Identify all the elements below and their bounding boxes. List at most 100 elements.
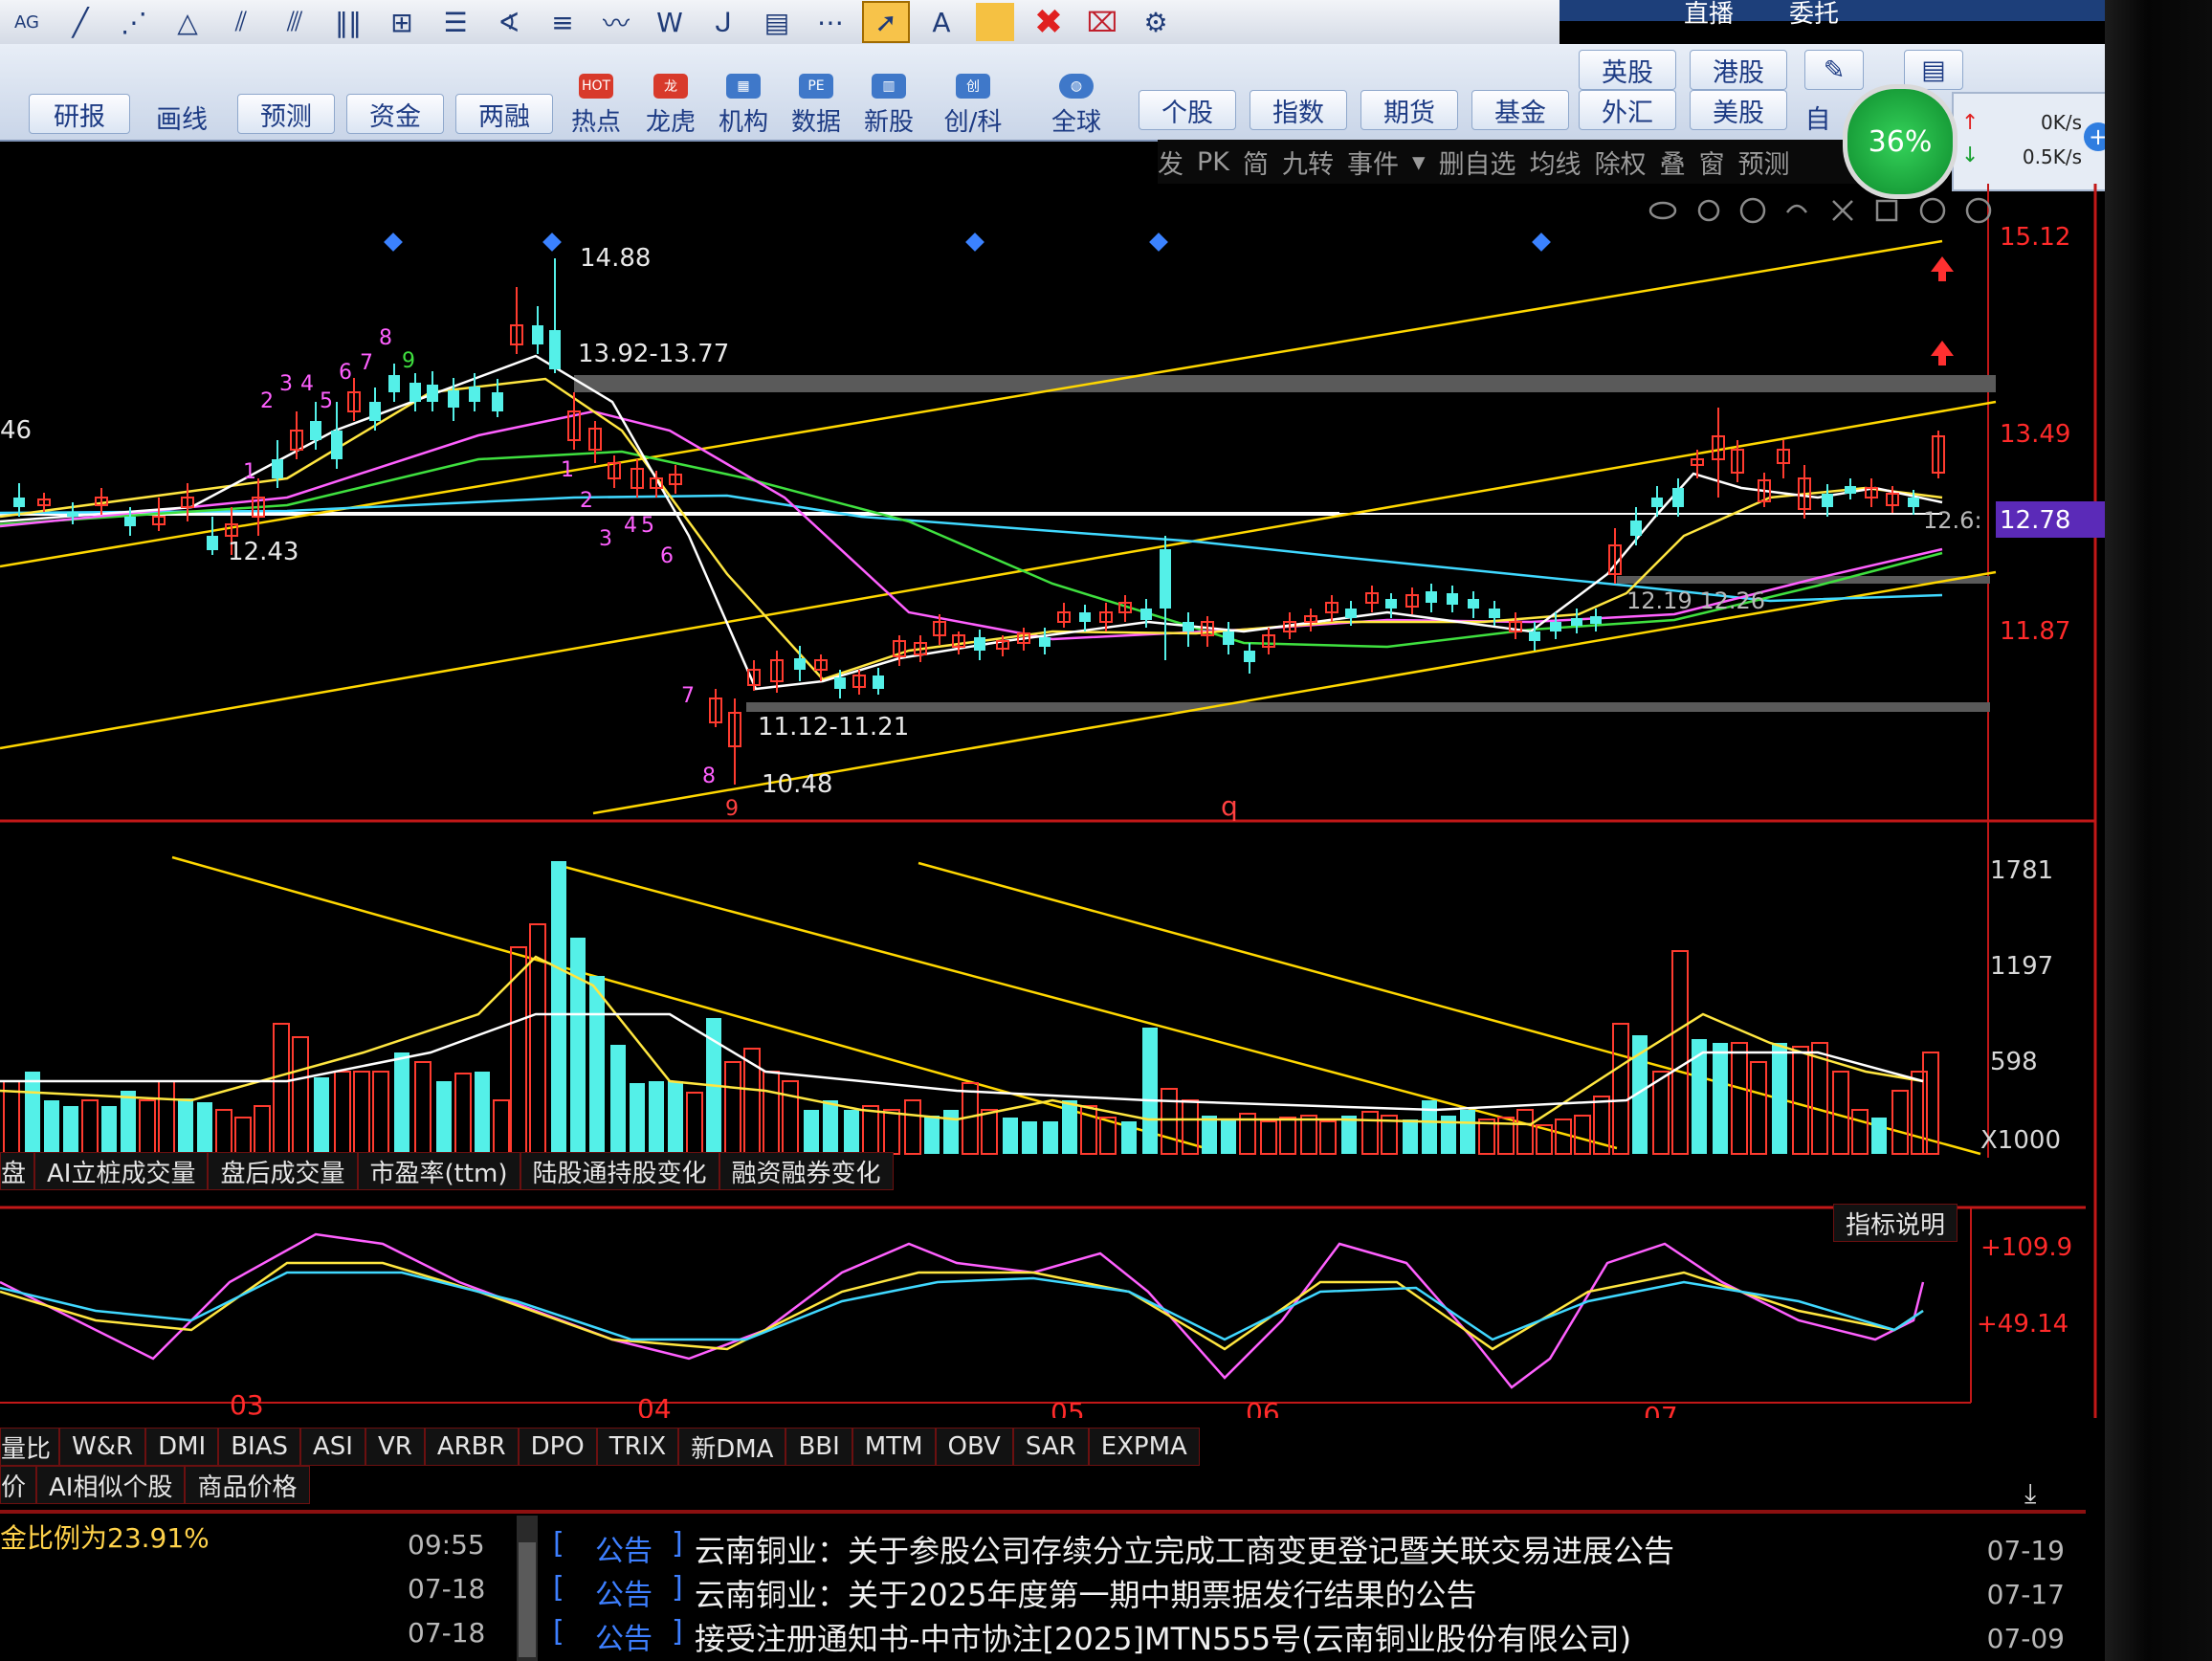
nav-forex[interactable]: 外汇	[1579, 90, 1676, 130]
tab-indicator[interactable]: TRIX	[596, 1428, 679, 1466]
tab-indicator[interactable]: OBV	[935, 1428, 1013, 1466]
volume-bar	[372, 1071, 389, 1155]
scrollbar[interactable]	[517, 1516, 538, 1661]
tab-indicator[interactable]: MTM	[852, 1428, 936, 1466]
tab-indicator[interactable]: 融资融券变化	[719, 1152, 894, 1190]
hlines-tool-icon[interactable]: ≡	[541, 3, 585, 41]
multi-line-tool-icon[interactable]: ⫻	[273, 3, 317, 41]
tab-sub[interactable]: 商品价格	[185, 1466, 310, 1504]
arc-tool-icon[interactable]: ᒍ	[701, 3, 745, 41]
kline-chart[interactable]: 14.88 13.92-13.77 12.43 11.12-11.21 10.4…	[0, 184, 2105, 1418]
nav-research[interactable]: 研报	[29, 94, 130, 134]
news-item[interactable]: [ 公告 ] 接受注册通知书-中市协注[2025]MTN555号(云南铜业股份有…	[553, 1615, 2065, 1657]
tab-indicator[interactable]: 盘后成交量	[208, 1152, 358, 1190]
tab-indicator[interactable]: DMI	[145, 1428, 219, 1466]
nav-us-stocks[interactable]: 美股	[1690, 90, 1787, 130]
news-item[interactable]: [ 公告 ] 云南铜业：关于2025年度第一期中期票据发行结果的公告 07-17	[553, 1571, 2065, 1613]
tab-indicator[interactable]: 市盈率(ttm)	[357, 1152, 520, 1190]
nav-custom[interactable]: 自	[1799, 98, 1837, 136]
nav-institution[interactable]: ▦ 机构	[710, 65, 777, 138]
gear-icon[interactable]: ⚙	[1134, 3, 1178, 41]
tab-indicator[interactable]: ASI	[300, 1428, 365, 1466]
edit-drawing-icon[interactable]: ✎	[1804, 50, 1864, 90]
fib-tool-icon[interactable]: ☰	[433, 3, 477, 41]
svg-text:6: 6	[660, 544, 674, 568]
option-item[interactable]: PK	[1197, 147, 1229, 177]
nav-single-stock[interactable]: 个股	[1139, 90, 1236, 130]
vertical-lines-tool-icon[interactable]: ‖‖	[326, 3, 370, 41]
live-button[interactable]: 直播	[1684, 0, 1734, 30]
delete-icon[interactable]: ✖	[1027, 3, 1071, 42]
text-tool-button[interactable]: A	[919, 3, 963, 41]
tab-indicator[interactable]: 盘	[0, 1152, 35, 1190]
tab-indicator[interactable]: BBI	[785, 1428, 852, 1466]
tab-indicator[interactable]: AI立桩成交量	[34, 1152, 209, 1190]
nav-hk-stocks[interactable]: 港股	[1690, 50, 1787, 90]
dropdown-icon[interactable]: ▾	[1412, 147, 1426, 177]
tab-indicator[interactable]: EXPMA	[1088, 1428, 1200, 1466]
wave-tool-icon[interactable]: 〰	[594, 3, 638, 41]
option-item[interactable]: 除权	[1595, 144, 1647, 181]
indicator-help-button[interactable]: 指标说明	[1833, 1204, 1958, 1242]
nav-dragon-tiger[interactable]: 龙龙虎	[637, 65, 704, 138]
ray-tool-icon[interactable]: ⋰	[112, 3, 156, 41]
download-icon[interactable]: ⤓	[2024, 1477, 2036, 1510]
line-tool-icon[interactable]: ╱	[58, 3, 102, 41]
option-item[interactable]: 删自选	[1439, 144, 1516, 181]
delete-all-icon[interactable]: ⌧	[1080, 3, 1124, 41]
nav-hotspot[interactable]: HOT 热点	[563, 65, 630, 138]
tab-sub[interactable]: AI相似个股	[36, 1466, 186, 1504]
nav-draw[interactable]: 画线	[144, 98, 220, 136]
nav-star-market[interactable]: 创创/科	[930, 65, 1016, 138]
option-item[interactable]: 叠	[1660, 144, 1686, 181]
nav-forecast[interactable]: 预测	[237, 94, 335, 134]
tab-indicator[interactable]: SAR	[1012, 1428, 1089, 1466]
tab-indicator[interactable]: ARBR	[424, 1428, 519, 1466]
nav-data[interactable]: PE 数据	[783, 65, 850, 138]
nav-margin[interactable]: 两融	[455, 94, 553, 134]
tab-indicator[interactable]: 陆股通持股变化	[520, 1152, 719, 1190]
pointer-tool-icon[interactable]: ➚	[862, 1, 910, 43]
option-item[interactable]: 窗	[1699, 144, 1725, 181]
option-item[interactable]: 发	[1158, 144, 1183, 181]
news-tag: 公告	[595, 1623, 653, 1656]
fan-tool-icon[interactable]: ∢	[487, 3, 531, 41]
nav-funds[interactable]: 基金	[1471, 90, 1569, 130]
option-item[interactable]: 预测	[1738, 144, 1790, 181]
option-item[interactable]: 简	[1243, 144, 1269, 181]
parallel-tool-icon[interactable]: ⫽	[219, 3, 263, 41]
ag-tool-button[interactable]: AG	[5, 3, 49, 41]
option-item[interactable]: 均线	[1530, 144, 1582, 181]
nav-ipo[interactable]: ▥ 新股	[855, 65, 922, 138]
tab-indicator[interactable]: 新DMA	[678, 1428, 786, 1466]
tab-indicator[interactable]: 量比	[0, 1428, 60, 1466]
nav-futures[interactable]: 期货	[1360, 90, 1458, 130]
tab-indicator[interactable]: DPO	[518, 1428, 597, 1466]
option-item[interactable]: 事件	[1347, 144, 1399, 181]
channel-tool-icon[interactable]: ▤	[755, 3, 799, 41]
volume-bar	[883, 1109, 900, 1155]
chart-tool-icons[interactable]	[1648, 197, 1992, 224]
triangle-tool-icon[interactable]: △	[166, 3, 210, 41]
nav-index[interactable]: 指数	[1250, 90, 1347, 130]
w-tool-button[interactable]: W	[648, 3, 692, 41]
tab-sub[interactable]: 价	[0, 1466, 37, 1504]
more-tools-icon[interactable]: ⋯	[808, 3, 852, 41]
option-item[interactable]: 九转	[1282, 144, 1334, 181]
order-button[interactable]: 委托	[1789, 0, 1839, 30]
nav-uk-stocks[interactable]: 英股	[1579, 50, 1676, 90]
tab-indicator[interactable]: W&R	[59, 1428, 146, 1466]
candle-body	[1426, 591, 1437, 603]
news-item[interactable]: [ 公告 ] 云南铜业：关于参股公司存续分立完成工商变更登记暨关联交易进展公告 …	[553, 1527, 2065, 1569]
news-tag-bracket: [	[553, 1571, 564, 1605]
volume-bar	[1121, 1121, 1137, 1154]
nav-global[interactable]: ◍ 全球	[1033, 65, 1119, 138]
nav-capital[interactable]: 资金	[346, 94, 444, 134]
color-swatch-button[interactable]	[973, 3, 1017, 41]
add-icon[interactable]: +	[2084, 122, 2105, 151]
tab-indicator[interactable]: BIAS	[218, 1428, 300, 1466]
tab-indicator[interactable]: VR	[365, 1428, 425, 1466]
gann-tool-icon[interactable]: ⊞	[380, 3, 424, 41]
candle-body	[1672, 488, 1684, 507]
candle-body	[1822, 494, 1833, 507]
